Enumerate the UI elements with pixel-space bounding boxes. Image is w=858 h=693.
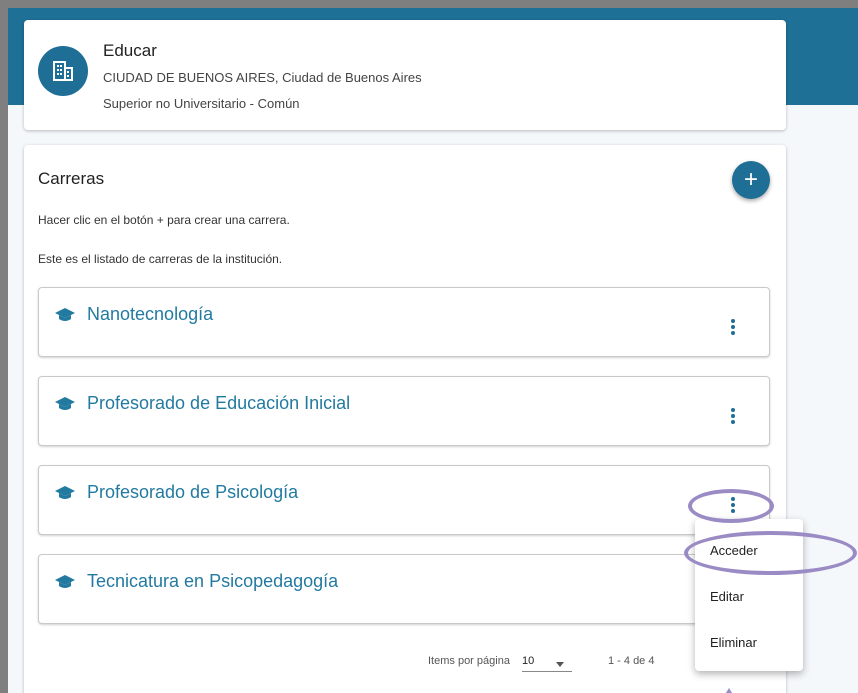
menu-item-editar[interactable]: Editar xyxy=(710,589,744,604)
career-name[interactable]: Profesorado de Educación Inicial xyxy=(87,393,350,414)
menu-item-eliminar[interactable]: Eliminar xyxy=(710,635,757,650)
career-name[interactable]: Nanotecnología xyxy=(87,304,213,325)
career-name[interactable]: Tecnicatura en Psicopedagogía xyxy=(87,571,338,592)
chevron-down-icon[interactable] xyxy=(556,662,564,667)
pagination-range: 1 - 4 de 4 xyxy=(608,655,655,667)
add-career-button[interactable]: + xyxy=(732,161,770,199)
page-size-select[interactable]: 10 xyxy=(522,655,572,672)
careers-card: Carreras + Hacer clic en el botón + para… xyxy=(24,145,786,693)
career-name[interactable]: Profesorado de Psicología xyxy=(87,482,298,503)
annotation-ring-acceder xyxy=(684,531,857,575)
graduation-cap-icon xyxy=(55,308,75,321)
institution-card: Educar CIUDAD DE BUENOS AIRES, Ciudad de… xyxy=(24,20,786,130)
career-item[interactable]: Profesorado de Educación Inicial xyxy=(38,376,770,446)
graduation-cap-icon xyxy=(55,397,75,410)
career-item[interactable]: Tecnicatura en Psicopedagogía xyxy=(38,554,770,624)
annotation-arrow-icon xyxy=(721,688,737,693)
career-item[interactable]: Profesorado de Psicología xyxy=(38,465,770,535)
items-per-page-label: Items por página xyxy=(428,655,510,667)
institution-name: Educar xyxy=(103,41,157,60)
careers-description: Este es el listado de carreras de la ins… xyxy=(38,252,283,266)
annotation-ring-kebab xyxy=(688,489,774,523)
institution-level: Superior no Universitario - Común xyxy=(103,96,300,111)
graduation-cap-icon xyxy=(55,486,75,499)
page: Educar CIUDAD DE BUENOS AIRES, Ciudad de… xyxy=(8,8,858,693)
careers-title: Carreras xyxy=(38,169,105,188)
building-icon xyxy=(38,46,88,96)
graduation-cap-icon xyxy=(55,575,75,588)
career-item[interactable]: Nanotecnología xyxy=(38,287,770,357)
careers-hint: Hacer clic en el botón + para crear una … xyxy=(38,213,290,227)
more-options-icon[interactable] xyxy=(725,405,741,427)
institution-location: CIUDAD DE BUENOS AIRES, Ciudad de Buenos… xyxy=(103,70,422,85)
more-options-icon[interactable] xyxy=(725,316,741,338)
